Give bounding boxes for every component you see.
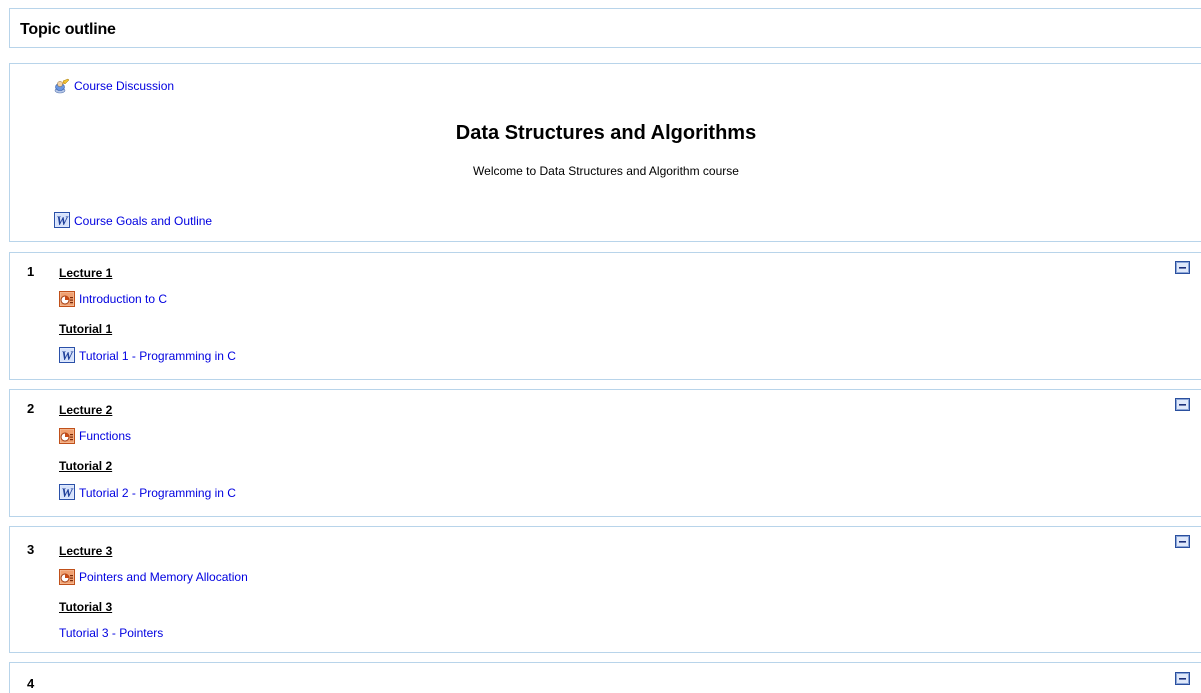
section-number: 2: [27, 401, 35, 416]
course-subtitle: Welcome to Data Structures and Algorithm…: [473, 164, 739, 178]
lecture-link[interactable]: Functions: [79, 429, 131, 443]
section-intro: Course Discussion Data Structures and Al…: [9, 63, 1201, 242]
course-title: Data Structures and Algorithms: [455, 122, 757, 144]
page-title: Topic outline: [20, 21, 116, 38]
course-discussion-link[interactable]: Course Discussion: [74, 79, 174, 93]
section-4: 4: [9, 662, 1201, 693]
tutorial-link[interactable]: Tutorial 2 - Programming in C: [79, 486, 236, 500]
lecture-heading: Lecture 3: [59, 544, 113, 558]
section-number: 4: [27, 676, 35, 691]
topic-outline-header: Topic outline: [9, 8, 1201, 48]
powerpoint-icon: [59, 569, 75, 585]
section-number: 1: [27, 264, 35, 279]
lecture-heading: Lecture 2: [59, 403, 113, 417]
lecture-heading: Lecture 1: [59, 266, 113, 280]
course-page: Topic outline Course Discussion Data Str…: [0, 0, 1201, 693]
tutorial-link[interactable]: Tutorial 1 - Programming in C: [79, 349, 236, 363]
powerpoint-icon: [59, 428, 75, 444]
section-3: 3 Lecture 3 Pointers and Memory Allocati…: [9, 526, 1201, 653]
section-1: 1 Lecture 1 Introduction to C Tutorial 1…: [9, 252, 1201, 380]
forum-icon: [54, 78, 70, 94]
tutorial-heading: Tutorial 3: [59, 600, 113, 614]
collapse-section-icon[interactable]: [1175, 672, 1190, 685]
word-document-icon: [59, 484, 75, 500]
section-2: 2 Lecture 2 Functions Tutorial 2 Tutoria…: [9, 389, 1201, 517]
lecture-link[interactable]: Pointers and Memory Allocation: [79, 570, 248, 584]
collapse-section-icon[interactable]: [1175, 398, 1190, 411]
collapse-section-icon[interactable]: [1175, 261, 1190, 274]
tutorial-link[interactable]: Tutorial 3 - Pointers: [59, 626, 163, 640]
powerpoint-icon: [59, 291, 75, 307]
tutorial-heading: Tutorial 2: [59, 459, 113, 473]
collapse-section-icon[interactable]: [1175, 535, 1190, 548]
tutorial-heading: Tutorial 1: [59, 322, 113, 336]
course-goals-link[interactable]: Course Goals and Outline: [74, 214, 212, 228]
section-number: 3: [27, 542, 35, 557]
word-document-icon: [59, 347, 75, 363]
word-document-icon: [54, 212, 70, 228]
lecture-link[interactable]: Introduction to C: [79, 292, 167, 306]
